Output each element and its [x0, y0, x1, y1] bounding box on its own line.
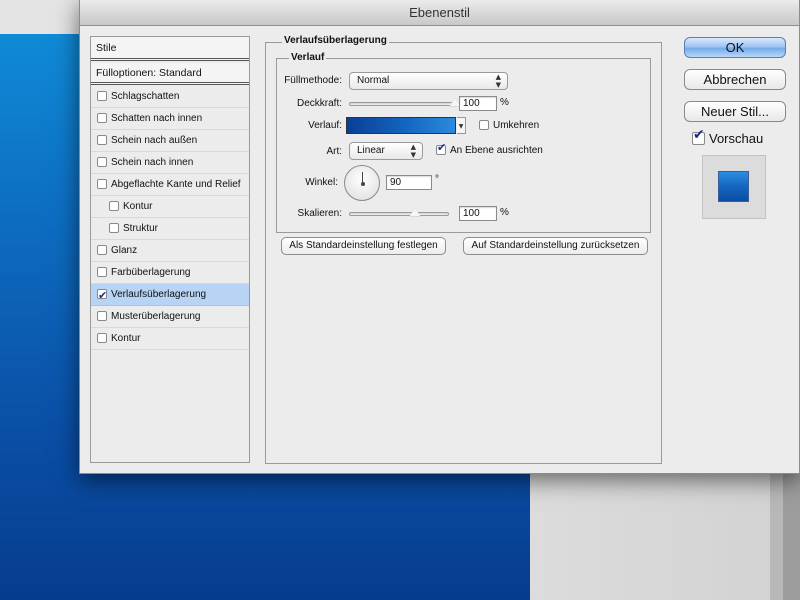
scale-input[interactable]: 100: [459, 206, 497, 221]
style-item-drop-shadow[interactable]: Schlagschatten: [91, 86, 249, 108]
dialog-title: Ebenenstil: [80, 0, 799, 26]
gradient-picker-arrow-icon[interactable]: ▼: [457, 117, 466, 134]
opacity-input[interactable]: 100: [459, 96, 497, 111]
angle-unit: °: [435, 174, 439, 185]
make-default-button[interactable]: Als Standardeinstellung festlegen: [281, 237, 446, 255]
outer-glow-checkbox[interactable]: [97, 135, 107, 145]
style-item-bevel-emboss[interactable]: Abgeflachte Kante und Relief: [91, 174, 249, 196]
blend-mode-value: Normal: [357, 75, 390, 86]
style-item-contour[interactable]: Kontur: [91, 196, 249, 218]
panel-title: Verlaufsüberlagerung: [282, 35, 389, 46]
blend-mode-select[interactable]: Normal ▲ ▼: [349, 72, 508, 90]
style-item-label: Musterüberlagerung: [111, 311, 201, 322]
style-item-outer-glow[interactable]: Schein nach außen: [91, 130, 249, 152]
style-item-stroke[interactable]: Kontur: [91, 328, 249, 350]
style-item-label: Schein nach innen: [111, 157, 194, 168]
inner-glow-checkbox[interactable]: [97, 157, 107, 167]
style-item-label: Schlagschatten: [111, 91, 180, 102]
opacity-unit: %: [500, 97, 509, 108]
blending-options-item[interactable]: Fülloptionen: Standard: [91, 63, 249, 85]
color-overlay-checkbox[interactable]: [97, 267, 107, 277]
texture-checkbox[interactable]: [109, 223, 119, 233]
side-panel-edge: [783, 470, 800, 600]
ok-button[interactable]: OK: [684, 37, 786, 58]
scale-slider-track[interactable]: [349, 212, 449, 216]
style-item-label: Abgeflachte Kante und Relief: [111, 179, 241, 190]
select-arrows-icon: ▲ ▼: [495, 73, 501, 89]
style-item-inner-glow[interactable]: Schein nach innen: [91, 152, 249, 174]
style-item-texture[interactable]: Struktur: [91, 218, 249, 240]
preview-option[interactable]: Vorschau: [692, 127, 764, 146]
angle-dial[interactable]: [344, 165, 380, 201]
select-arrows-icon: ▲ ▼: [410, 143, 416, 159]
gradient-style-select[interactable]: Linear ▲ ▼: [349, 142, 423, 160]
reverse-label: Umkehren: [493, 120, 540, 131]
opacity-label: Deckkraft:: [296, 98, 342, 109]
reverse-option[interactable]: Umkehren: [479, 120, 539, 131]
preview-label: Vorschau: [709, 131, 764, 146]
align-with-layer-checkbox[interactable]: [436, 141, 446, 155]
gradient-label: Verlauf:: [308, 120, 342, 131]
style-item-label: Struktur: [123, 223, 159, 234]
stroke-checkbox[interactable]: [97, 333, 107, 343]
angle-label: Winkel:: [305, 177, 338, 188]
style-item-label: Kontur: [123, 201, 153, 212]
gradient-overlay-checkbox[interactable]: [97, 285, 107, 306]
side-panel-background: [530, 470, 800, 600]
style-item-satin[interactable]: Glanz: [91, 240, 249, 262]
style-item-gradient-overlay[interactable]: Verlaufsüberlagerung: [91, 284, 249, 306]
scale-slider-thumb[interactable]: [409, 207, 421, 217]
satin-checkbox[interactable]: [97, 245, 107, 255]
gradient-preview-swatch[interactable]: [346, 117, 456, 134]
preview-checkbox[interactable]: [692, 127, 705, 145]
styles-list: Stile Fülloptionen: Standard Schlagschat…: [90, 36, 250, 463]
style-item-label: Schein nach außen: [111, 135, 198, 146]
style-item-label: Farbüberlagerung: [111, 267, 191, 278]
new-style-button[interactable]: Neuer Stil...: [684, 101, 786, 122]
style-label: Art:: [326, 146, 342, 157]
style-item-label: Verlaufsüberlagerung: [111, 289, 207, 300]
style-item-label: Schatten nach innen: [111, 113, 203, 124]
style-item-pattern-overlay[interactable]: Musterüberlagerung: [91, 306, 249, 328]
group-title: Verlauf: [289, 52, 327, 63]
scale-label: Skalieren:: [297, 208, 342, 219]
opacity-slider-track[interactable]: [349, 102, 455, 106]
styles-header[interactable]: Stile: [91, 37, 249, 61]
align-with-layer-label: An Ebene ausrichten: [450, 145, 543, 156]
style-item-label: Glanz: [111, 245, 138, 256]
bevel-emboss-checkbox[interactable]: [97, 179, 107, 189]
inner-shadow-checkbox[interactable]: [97, 113, 107, 123]
contour-checkbox[interactable]: [109, 201, 119, 211]
style-preview-swatch: [718, 171, 749, 202]
reverse-checkbox[interactable]: [479, 120, 489, 130]
scale-unit: %: [500, 207, 509, 218]
reset-default-button[interactable]: Auf Standardeinstellung zurücksetzen: [463, 237, 648, 255]
cancel-button[interactable]: Abbrechen: [684, 69, 786, 90]
pattern-overlay-checkbox[interactable]: [97, 311, 107, 321]
style-item-label: Kontur: [111, 333, 141, 344]
gradient-style-value: Linear: [357, 145, 385, 156]
align-with-layer-option[interactable]: An Ebene ausrichten: [436, 141, 543, 156]
style-item-inner-shadow[interactable]: Schatten nach innen: [91, 108, 249, 130]
drop-shadow-checkbox[interactable]: [97, 91, 107, 101]
blend-mode-label: Füllmethode:: [284, 75, 342, 86]
angle-input[interactable]: 90: [386, 175, 432, 190]
style-item-color-overlay[interactable]: Farbüberlagerung: [91, 262, 249, 284]
